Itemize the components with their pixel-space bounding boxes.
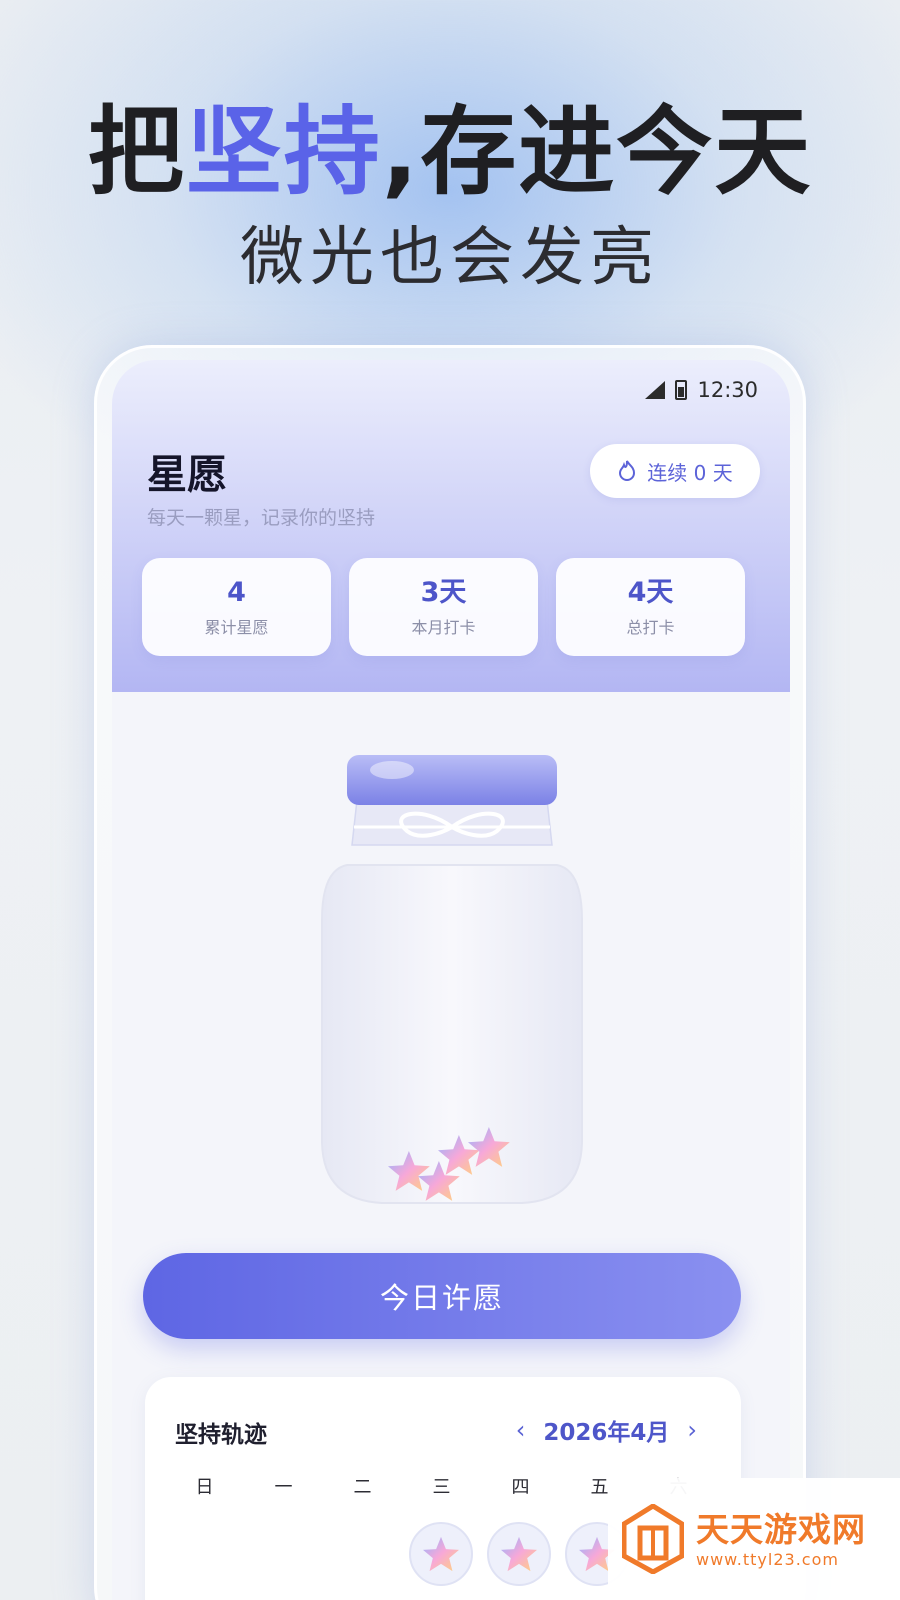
weekday-label: 一	[274, 1477, 293, 1498]
jar-lid-shine	[370, 761, 414, 779]
status-time: 12:30	[697, 378, 758, 402]
site-watermark: 天天游戏网 www.ttyl23.com	[608, 1478, 900, 1600]
stat-card-total-checkins[interactable]: 4天 总打卡	[556, 558, 745, 656]
stats-row: 4 累计星愿 3天 本月打卡 4天 总打卡	[142, 558, 745, 656]
weekday-label: 二	[353, 1477, 372, 1498]
stat-label: 累计星愿	[204, 618, 269, 637]
weekday-label: 三	[432, 1477, 451, 1498]
watermark-url: www.ttyl23.com	[696, 1549, 839, 1569]
app-subtitle: 每天一颗星，记录你的坚持	[147, 507, 376, 529]
jar-lid	[347, 755, 557, 805]
calendar-day-checked[interactable]	[487, 1522, 551, 1586]
wish-jar[interactable]	[302, 745, 602, 1215]
stat-label: 本月打卡	[411, 618, 476, 637]
app-header: 12:30 星愿 每天一颗星，记录你的坚持 连续 0 天 4 累计星愿 3天 本…	[112, 360, 790, 692]
app-title: 星愿	[147, 452, 227, 498]
weekday-label: 四	[511, 1477, 530, 1498]
star-icon	[423, 1536, 459, 1572]
app-screen: 12:30 星愿 每天一颗星，记录你的坚持 连续 0 天 4 累计星愿 3天 本…	[112, 360, 790, 1600]
calendar-day-checked[interactable]	[409, 1522, 473, 1586]
site-logo-icon	[622, 1504, 684, 1574]
chevron-right-icon[interactable]: ›	[687, 1416, 697, 1444]
headline-accent: 坚持	[185, 96, 382, 208]
stat-label: 总打卡	[626, 618, 675, 637]
flame-icon	[619, 460, 636, 481]
track-title: 坚持轨迹	[175, 1422, 267, 1448]
jar-neck	[351, 799, 553, 846]
stat-value: 3天	[420, 577, 467, 608]
month-label: 2026年4月	[543, 1420, 670, 1446]
signal-icon	[645, 381, 666, 399]
star-icon	[501, 1536, 537, 1572]
weekday-label: 日	[195, 1477, 214, 1498]
battery-icon	[675, 380, 688, 400]
make-wish-button[interactable]: 今日许愿	[143, 1253, 741, 1339]
promo-subheadline: 微光也会发亮	[240, 221, 660, 295]
promo-headline: 把坚持,存进今天	[0, 92, 900, 212]
headline-part1: 把	[87, 96, 186, 208]
stat-value: 4天	[627, 577, 674, 608]
status-bar: 12:30	[645, 372, 758, 408]
stat-card-total-wishes[interactable]: 4 累计星愿	[142, 558, 331, 656]
streak-label: 连续 0 天	[647, 460, 733, 485]
watermark-name: 天天游戏网	[696, 1509, 866, 1549]
headline-part2: ,存进今天	[381, 96, 813, 208]
stat-card-month-checkins[interactable]: 3天 本月打卡	[349, 558, 538, 656]
month-nav: ‹ 2026年4月 ›	[516, 1413, 697, 1447]
stat-value: 4	[227, 577, 246, 608]
streak-badge[interactable]: 连续 0 天	[590, 444, 760, 498]
chevron-left-icon[interactable]: ‹	[516, 1416, 526, 1444]
